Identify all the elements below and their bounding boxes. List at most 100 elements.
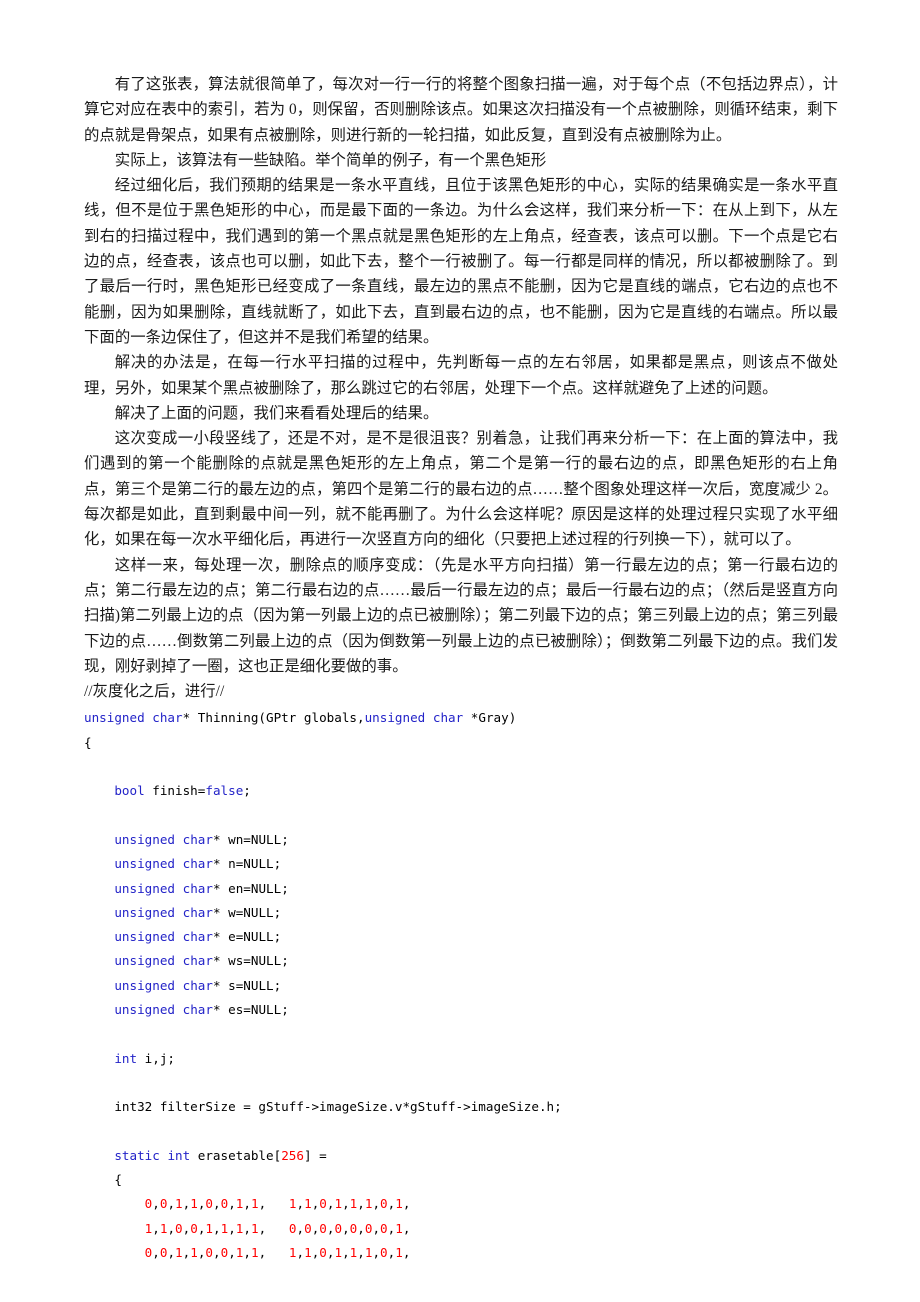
code-token-num: 1 bbox=[395, 1244, 403, 1260]
code-token-kw: unsigned bbox=[114, 953, 176, 969]
code-token-kw: char bbox=[182, 880, 213, 896]
paragraph: 经过细化后，我们预期的结果是一条水平直线，且位于该黑色矩形的中心，实际的结果确实… bbox=[84, 177, 838, 346]
code-listing: unsigned char* Thinning(GPtr globals,uns… bbox=[84, 706, 838, 1265]
code-token-num: 1 bbox=[334, 1196, 343, 1212]
code-token-num: 0 bbox=[205, 1244, 214, 1260]
code-token-pun: , bbox=[296, 1220, 305, 1236]
code-token-pun: , bbox=[213, 1196, 221, 1212]
code-token-num: 0 bbox=[319, 1196, 327, 1212]
code-token-pun bbox=[175, 905, 183, 920]
code-token-pun: , bbox=[402, 1196, 411, 1212]
code-token-pun: , bbox=[243, 1196, 251, 1212]
code-token-num: 0 bbox=[319, 1244, 327, 1260]
code-token-pun: *Gray) bbox=[463, 710, 517, 726]
code-line: 1,1,0,0,1,1,1,1, 0,0,0,0,0,0,0,1, bbox=[84, 1217, 838, 1241]
code-token-kw: char bbox=[152, 710, 183, 726]
paragraph: 有了这张表，算法就很简单了，每次对一行一行的将整个图象扫描一遍，对于每个点（不包… bbox=[84, 76, 838, 144]
code-token-pun: { bbox=[114, 1172, 122, 1188]
code-token-kw: bool bbox=[114, 783, 145, 799]
code-token-pun: , bbox=[152, 1196, 160, 1212]
code-token-kw: char bbox=[432, 710, 464, 726]
code-token-num: 1 bbox=[288, 1196, 297, 1212]
code-token-num: 1 bbox=[334, 1244, 343, 1260]
code-token-pun: , bbox=[167, 1196, 176, 1212]
code-token-pun: * wn=NULL; bbox=[212, 831, 289, 847]
code-token-num: 0 bbox=[380, 1244, 388, 1260]
code-token-num: 0 bbox=[380, 1196, 388, 1212]
code-token-pun: , bbox=[372, 1220, 381, 1236]
code-token-pun: , bbox=[228, 1244, 236, 1260]
code-line: int i,j; bbox=[84, 1047, 838, 1071]
code-token-pun: erasetable[ bbox=[190, 1147, 282, 1163]
code-token-kw: unsigned bbox=[114, 929, 176, 945]
code-token-num: 0 bbox=[205, 1196, 214, 1212]
code-token-kw: char bbox=[182, 1001, 213, 1017]
code-line: unsigned char* n=NULL; bbox=[84, 852, 838, 876]
code-token-kw: char bbox=[182, 856, 213, 872]
code-token-pun: ; bbox=[243, 783, 251, 799]
code-token-pun: , bbox=[258, 1220, 289, 1236]
code-token-pun: , bbox=[152, 1244, 160, 1260]
code-token-pun: , bbox=[342, 1196, 350, 1212]
code-token-num: 1 bbox=[288, 1244, 297, 1260]
code-line: int32 filterSize = gStuff->imageSize.v*g… bbox=[84, 1095, 838, 1119]
code-token-num: 0 bbox=[380, 1220, 388, 1236]
code-token-kw: unsigned bbox=[114, 831, 176, 847]
paragraph: 这次变成一小段竖线了，还是不对，是不是很沮丧？别着急，让我们再来分析一下：在上面… bbox=[84, 430, 838, 549]
code-token-pun: , bbox=[402, 1244, 411, 1260]
code-token-kw: unsigned bbox=[114, 1001, 176, 1017]
code-token-pun: * w=NULL; bbox=[212, 904, 282, 920]
code-token-kw: unsigned bbox=[364, 710, 426, 726]
code-token-pun: * Thinning(GPtr globals, bbox=[182, 710, 365, 726]
code-line: unsigned char* wn=NULL; bbox=[84, 828, 838, 852]
code-token-pun: , bbox=[372, 1196, 381, 1212]
code-token-pun: , bbox=[152, 1220, 160, 1236]
code-token-kw: char bbox=[182, 904, 213, 920]
code-token-num: 0 bbox=[334, 1220, 343, 1236]
code-token-pun: , bbox=[296, 1244, 305, 1260]
code-token-num: 1 bbox=[304, 1244, 312, 1260]
code-token-pun: , bbox=[228, 1196, 236, 1212]
code-token-num: 1 bbox=[175, 1196, 183, 1212]
code-token-pun: , bbox=[357, 1244, 365, 1260]
code-token-pun: * s=NULL; bbox=[212, 977, 282, 993]
code-token-num: 1 bbox=[190, 1244, 198, 1260]
code-token-pun: { bbox=[84, 734, 92, 750]
code-token-pun: ] = bbox=[303, 1147, 327, 1163]
code-token-num: 1 bbox=[304, 1196, 312, 1212]
code-token-pun bbox=[175, 929, 183, 944]
code-token-pun: , bbox=[258, 1196, 289, 1212]
code-token-pun: , bbox=[243, 1244, 251, 1260]
code-token-num: 0 bbox=[304, 1220, 312, 1236]
code-token-kw: static bbox=[114, 1147, 160, 1163]
prose-body: 有了这张表，算法就很简单了，每次对一行一行的将整个图象扫描一遍，对于每个点（不包… bbox=[84, 72, 838, 679]
code-token-pun: * ws=NULL; bbox=[212, 953, 289, 969]
code-token-num: 0 bbox=[288, 1220, 297, 1236]
code-token-kw: unsigned bbox=[114, 904, 176, 920]
code-token-pun: , bbox=[296, 1196, 305, 1212]
code-token-num: 256 bbox=[281, 1147, 304, 1163]
code-token-num: 1 bbox=[190, 1196, 198, 1212]
code-token-pun: finish= bbox=[144, 783, 206, 799]
code-token-kw: char bbox=[182, 929, 213, 945]
paragraph: 解决的办法是，在每一行水平扫描的过程中，先判断每一点的左右邻居，如果都是黑点，则… bbox=[84, 354, 838, 397]
code-token-kw: false bbox=[205, 783, 244, 799]
code-token-pun: , bbox=[342, 1220, 350, 1236]
code-token-num: 1 bbox=[205, 1220, 214, 1236]
document-page: 有了这张表，算法就很简单了，每次对一行一行的将整个图象扫描一遍，对于每个点（不包… bbox=[0, 0, 920, 1302]
code-token-num: 0 bbox=[175, 1220, 183, 1236]
code-token-pun: , bbox=[213, 1220, 221, 1236]
paragraph: 实际上，该算法有一些缺陷。举个简单的例子，有一个黑色矩形 bbox=[114, 151, 547, 169]
code-token-pun bbox=[175, 832, 183, 847]
paragraph: 这样一来，每处理一次，删除点的顺序变成：（先是水平方向扫描）第一行最左边的点；第… bbox=[84, 556, 838, 675]
code-token-num: 0 bbox=[319, 1220, 327, 1236]
code-line: { bbox=[84, 731, 838, 755]
code-token-pun: * e=NULL; bbox=[212, 929, 282, 945]
code-token-kw: char bbox=[182, 977, 213, 993]
code-token-pun: , bbox=[243, 1220, 251, 1236]
code-token-kw: int bbox=[167, 1147, 191, 1163]
code-line: bool finish=false; bbox=[84, 779, 838, 803]
code-token-kw: unsigned bbox=[114, 856, 176, 872]
code-token-pun: , bbox=[213, 1244, 221, 1260]
